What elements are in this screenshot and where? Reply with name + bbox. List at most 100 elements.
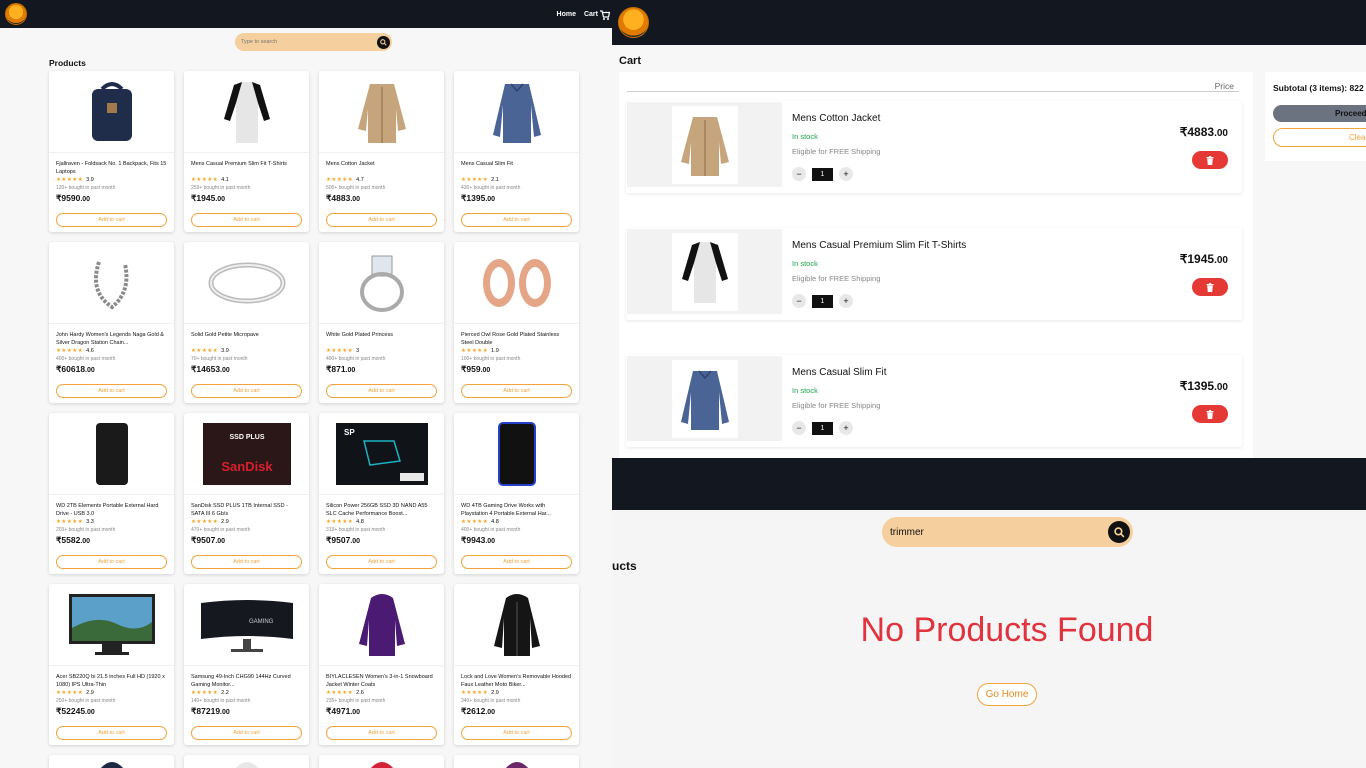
cart-item-name[interactable]: Mens Casual Slim Fit: [792, 367, 886, 378]
product-image[interactable]: GAMING: [184, 584, 309, 666]
product-card[interactable]: WD 2TB Elements Portable External Hard D…: [49, 413, 174, 574]
star-icons: ★★★★★: [326, 348, 354, 354]
product-card[interactable]: [319, 755, 444, 768]
add-to-cart-button[interactable]: Add to cart: [191, 213, 302, 227]
brand-logo[interactable]: [618, 7, 649, 38]
search-button[interactable]: [377, 35, 390, 49]
increase-quantity-button[interactable]: +: [839, 294, 853, 308]
add-to-cart-button[interactable]: Add to cart: [56, 213, 167, 227]
product-title[interactable]: Mens Cotton Jacket: [326, 161, 437, 176]
product-title[interactable]: WD 2TB Elements Portable External Hard D…: [56, 503, 167, 518]
product-image[interactable]: [454, 71, 579, 153]
product-card[interactable]: [184, 755, 309, 768]
add-to-cart-button[interactable]: Add to cart: [56, 726, 167, 740]
cart-screen: Cart Price Mens Cotton Jacket In stock E…: [612, 0, 1366, 458]
remove-item-button[interactable]: [1192, 151, 1228, 169]
increase-quantity-button[interactable]: +: [839, 421, 853, 435]
product-card[interactable]: SSD PLUS SanDisk SanDisk SSD PLUS 1TB Int…: [184, 413, 309, 574]
cart-item-image[interactable]: [627, 229, 782, 314]
add-to-cart-button[interactable]: Add to cart: [461, 213, 572, 227]
add-to-cart-button[interactable]: Add to cart: [191, 555, 302, 569]
decrease-quantity-button[interactable]: −: [792, 167, 806, 181]
add-to-cart-button[interactable]: Add to cart: [326, 726, 437, 740]
cart-item-name[interactable]: Mens Cotton Jacket: [792, 113, 880, 124]
add-to-cart-button[interactable]: Add to cart: [56, 384, 167, 398]
brand-logo[interactable]: [5, 3, 27, 25]
price-decimal: .00: [85, 709, 95, 716]
product-rating: ★★★★★ 2.9: [56, 690, 167, 696]
product-title[interactable]: Solid Gold Petite Micropave: [191, 332, 302, 347]
product-image[interactable]: [454, 584, 579, 666]
product-card[interactable]: Solid Gold Petite Micropave ★★★★★ 3.9 70…: [184, 242, 309, 403]
product-image[interactable]: [319, 242, 444, 324]
product-title[interactable]: SanDisk SSD PLUS 1TB Internal SSD - SATA…: [191, 503, 302, 518]
product-image[interactable]: [184, 71, 309, 153]
add-to-cart-button[interactable]: Add to cart: [191, 384, 302, 398]
product-card[interactable]: John Hardy Women's Legends Naga Gold & S…: [49, 242, 174, 403]
product-image[interactable]: SP: [319, 413, 444, 495]
product-image[interactable]: [184, 242, 309, 324]
product-title[interactable]: BIYLACLESEN Women's 3-in-1 Snowboard Jac…: [326, 674, 437, 689]
product-card[interactable]: Mens Casual Premium Slim Fit T-Shirts ★★…: [184, 71, 309, 232]
add-to-cart-button[interactable]: Add to cart: [461, 555, 572, 569]
product-image[interactable]: [319, 71, 444, 153]
nav-home-link[interactable]: Home: [557, 11, 576, 18]
add-to-cart-button[interactable]: Add to cart: [56, 555, 167, 569]
search-button[interactable]: [1108, 521, 1130, 543]
go-home-button[interactable]: Go Home: [977, 683, 1037, 706]
product-card[interactable]: Fjallraven - Foldsack No. 1 Backpack, Fi…: [49, 71, 174, 232]
cart-item-image[interactable]: [627, 356, 782, 441]
product-title[interactable]: Mens Casual Premium Slim Fit T-Shirts: [191, 161, 302, 176]
product-image[interactable]: [49, 413, 174, 495]
clear-cart-button[interactable]: Clear: [1273, 128, 1366, 147]
add-to-cart-button[interactable]: Add to cart: [326, 213, 437, 227]
product-card[interactable]: White Gold Plated Princess ★★★★★ 3 400+ …: [319, 242, 444, 403]
product-card[interactable]: BIYLACLESEN Women's 3-in-1 Snowboard Jac…: [319, 584, 444, 745]
product-title[interactable]: Pierced Owl Rose Gold Plated Stainless S…: [461, 332, 572, 347]
product-image[interactable]: [454, 242, 579, 324]
product-title[interactable]: Samsung 49-Inch CHG90 144Hz Curved Gamin…: [191, 674, 302, 689]
product-card[interactable]: Lock and Love Women's Removable Hooded F…: [454, 584, 579, 745]
product-card[interactable]: GAMING Samsung 49-Inch CHG90 144Hz Curve…: [184, 584, 309, 745]
product-image[interactable]: [49, 71, 174, 153]
product-card[interactable]: [49, 755, 174, 768]
stock-status: In stock: [792, 132, 818, 141]
product-title[interactable]: WD 4TB Gaming Drive Works with Playstati…: [461, 503, 572, 518]
remove-item-button[interactable]: [1192, 405, 1228, 423]
product-image[interactable]: [454, 413, 579, 495]
decrease-quantity-button[interactable]: −: [792, 294, 806, 308]
product-title[interactable]: John Hardy Women's Legends Naga Gold & S…: [56, 332, 167, 347]
product-card[interactable]: Acer SB220Q bi 21.5 inches Full HD (1920…: [49, 584, 174, 745]
product-title[interactable]: Lock and Love Women's Removable Hooded F…: [461, 674, 572, 689]
product-image[interactable]: SSD PLUS SanDisk: [184, 413, 309, 495]
product-title[interactable]: Fjallraven - Foldsack No. 1 Backpack, Fi…: [56, 161, 167, 176]
product-card[interactable]: WD 4TB Gaming Drive Works with Playstati…: [454, 413, 579, 574]
rating-value: 1.9: [491, 348, 499, 354]
product-title[interactable]: Acer SB220Q bi 21.5 inches Full HD (1920…: [56, 674, 167, 689]
remove-item-button[interactable]: [1192, 278, 1228, 296]
product-card[interactable]: SP Silicon Power 256GB SSD 3D NAND A55 S…: [319, 413, 444, 574]
add-to-cart-button[interactable]: Add to cart: [326, 555, 437, 569]
nav-cart-link[interactable]: Cart: [584, 9, 611, 20]
cart-item-name[interactable]: Mens Casual Premium Slim Fit T-Shirts: [792, 240, 966, 251]
product-card[interactable]: Mens Casual Slim Fit ★★★★★ 2.1 430+ boug…: [454, 71, 579, 232]
product-title[interactable]: Silicon Power 256GB SSD 3D NAND A55 SLC …: [326, 503, 437, 518]
product-title[interactable]: White Gold Plated Princess: [326, 332, 437, 347]
product-title[interactable]: Mens Casual Slim Fit: [461, 161, 572, 176]
add-to-cart-button[interactable]: Add to cart: [461, 384, 572, 398]
add-to-cart-button[interactable]: Add to cart: [326, 384, 437, 398]
increase-quantity-button[interactable]: +: [839, 167, 853, 181]
cart-item-image[interactable]: [627, 102, 782, 187]
search-input[interactable]: [890, 526, 1090, 538]
decrease-quantity-button[interactable]: −: [792, 421, 806, 435]
product-image[interactable]: [49, 584, 174, 666]
search-input[interactable]: [241, 39, 361, 45]
product-card[interactable]: Pierced Owl Rose Gold Plated Stainless S…: [454, 242, 579, 403]
product-card[interactable]: [454, 755, 579, 768]
product-image[interactable]: [319, 584, 444, 666]
product-image[interactable]: [49, 242, 174, 324]
add-to-cart-button[interactable]: Add to cart: [461, 726, 572, 740]
add-to-cart-button[interactable]: Add to cart: [191, 726, 302, 740]
proceed-button[interactable]: Proceed: [1273, 105, 1366, 122]
product-card[interactable]: Mens Cotton Jacket ★★★★★ 4.7 500+ bought…: [319, 71, 444, 232]
